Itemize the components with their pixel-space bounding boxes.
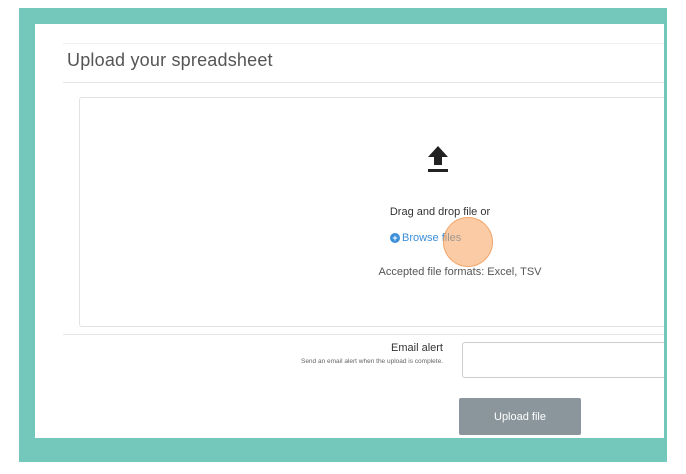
email-alert-input[interactable] (462, 342, 664, 378)
upload-file-button[interactable]: Upload file (459, 398, 581, 435)
title-divider (63, 82, 664, 83)
drag-drop-text: Drag and drop file or (389, 206, 491, 218)
plus-circle-icon: + (390, 233, 400, 243)
upload-arrow-icon (428, 146, 448, 172)
panel-top-border (63, 43, 664, 44)
accepted-formats-text: Accepted file formats: Excel, TSV (378, 266, 542, 278)
panel-title: Upload your spreadsheet (67, 50, 273, 70)
form-divider (63, 334, 664, 335)
click-indicator (443, 217, 493, 267)
upload-panel: Upload your spreadsheet Drag and drop fi… (35, 24, 664, 438)
email-alert-label: Email alert (391, 342, 443, 354)
email-alert-help: Send an email alert when the upload is c… (300, 358, 443, 365)
